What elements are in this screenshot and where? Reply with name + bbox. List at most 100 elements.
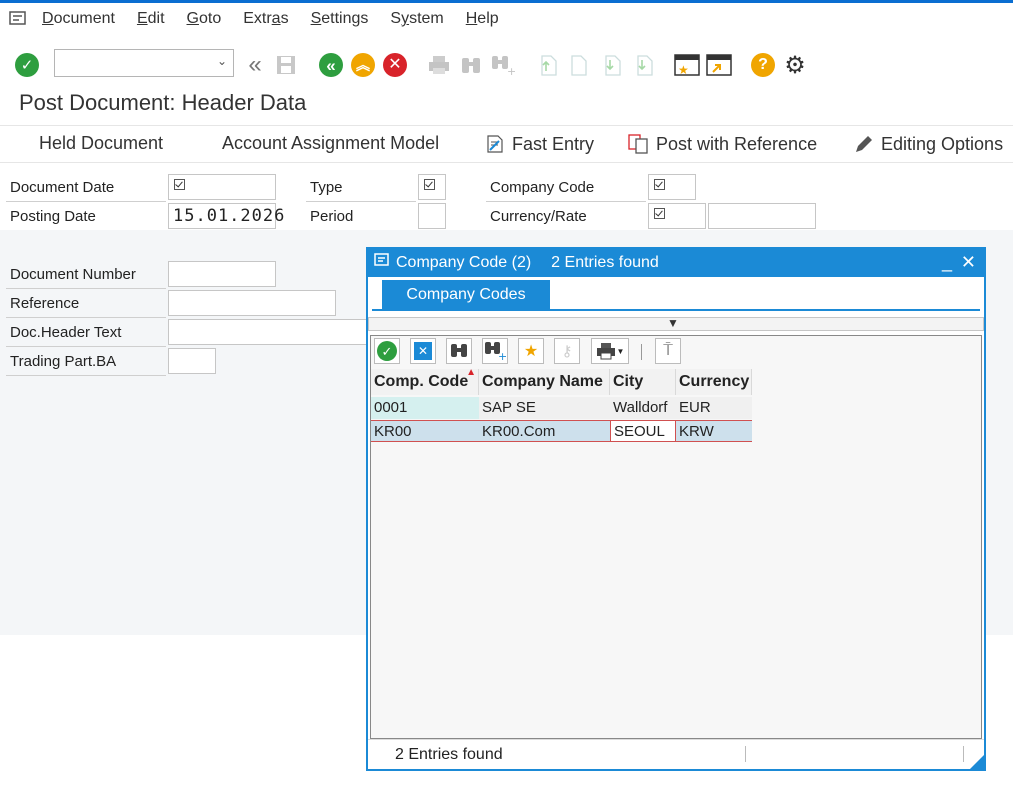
trading-part-input[interactable] bbox=[168, 348, 216, 374]
menu-help[interactable]: Help bbox=[466, 10, 499, 28]
copy-document-icon bbox=[628, 133, 650, 155]
column-header-company-name[interactable]: Company Name bbox=[479, 369, 610, 395]
period-label: Period bbox=[306, 203, 416, 231]
dialog-menu-icon[interactable] bbox=[374, 252, 392, 274]
print-icon[interactable] bbox=[426, 52, 452, 78]
minimize-icon[interactable]: _ bbox=[942, 252, 952, 273]
required-checkbox-icon bbox=[654, 208, 665, 219]
grid-find-icon[interactable] bbox=[446, 338, 472, 364]
table-row-0-comp-code[interactable]: 0001 bbox=[371, 397, 479, 419]
reference-input[interactable] bbox=[168, 290, 336, 316]
chevron-down-icon[interactable]: ⌄ bbox=[217, 54, 227, 68]
grid-disabled-key-icon[interactable]: ⚷ bbox=[554, 338, 580, 364]
help-icon[interactable]: ? bbox=[750, 52, 776, 78]
restrictions-splitter[interactable]: ▼ bbox=[368, 316, 984, 331]
column-header-comp-code[interactable]: Comp. Code ▲ bbox=[371, 369, 479, 395]
type-input[interactable] bbox=[418, 174, 446, 200]
find-next-icon[interactable]: + bbox=[490, 52, 516, 78]
grid-cancel-icon[interactable]: ✕ bbox=[410, 338, 436, 364]
find-icon[interactable] bbox=[458, 52, 484, 78]
shortcut-icon[interactable] bbox=[706, 52, 732, 78]
page-title: Post Document: Header Data bbox=[19, 90, 307, 115]
fast-entry-button[interactable]: Fast Entry bbox=[484, 133, 594, 155]
grid-favorites-icon[interactable]: ★ bbox=[518, 338, 544, 364]
currency-input[interactable] bbox=[648, 203, 706, 229]
menu-bar: Document Edit Goto Extras Settings Syste… bbox=[0, 3, 1013, 35]
previous-page-icon[interactable] bbox=[566, 52, 592, 78]
grid-pin-icon[interactable]: ⍑ bbox=[655, 338, 681, 364]
resize-grip-icon[interactable] bbox=[970, 755, 984, 769]
currency-rate-label: Currency/Rate bbox=[486, 203, 646, 231]
back-arrows-icon[interactable]: « bbox=[242, 51, 268, 78]
enter-icon[interactable]: ✓ bbox=[14, 52, 40, 78]
type-label: Type bbox=[306, 174, 416, 202]
menu-toggle-icon[interactable] bbox=[8, 10, 30, 28]
company-code-input[interactable] bbox=[648, 174, 696, 200]
document-date-input[interactable] bbox=[168, 174, 276, 200]
grid-accept-icon[interactable]: ✓ bbox=[374, 338, 400, 364]
table-row-1-company-name[interactable]: KR00.Com bbox=[479, 420, 610, 442]
close-icon[interactable]: ✕ bbox=[961, 252, 976, 273]
status-text: 2 Entries found bbox=[395, 746, 503, 763]
doc-header-text-input[interactable] bbox=[168, 319, 368, 345]
next-page-icon[interactable] bbox=[598, 52, 624, 78]
post-with-reference-button[interactable]: Post with Reference bbox=[628, 133, 817, 155]
column-header-city[interactable]: City bbox=[610, 369, 676, 395]
table-row-1-city[interactable]: SEOUL bbox=[610, 420, 676, 442]
menu-goto[interactable]: Goto bbox=[187, 10, 222, 28]
company-code-dialog: Company Code (2) 2 Entries found _ ✕ Com… bbox=[366, 247, 986, 771]
dialog-tabstrip: Company Codes bbox=[372, 277, 980, 311]
period-input[interactable] bbox=[418, 203, 446, 229]
last-page-icon[interactable] bbox=[630, 52, 656, 78]
column-header-currency[interactable]: Currency bbox=[676, 369, 752, 395]
company-code-label: Company Code bbox=[486, 174, 646, 202]
exit-icon[interactable]: ︽ bbox=[350, 52, 376, 78]
table-row-1-comp-code[interactable]: KR00 bbox=[371, 420, 479, 442]
reference-label: Reference bbox=[6, 290, 166, 318]
table-row-0-city[interactable]: Walldorf bbox=[610, 397, 676, 419]
menu-system[interactable]: System bbox=[390, 10, 443, 28]
menu-document[interactable]: Document bbox=[42, 10, 115, 28]
grid-print-icon[interactable]: ▼ bbox=[591, 338, 629, 364]
document-number-label: Document Number bbox=[6, 261, 166, 289]
status-separator bbox=[963, 746, 964, 762]
dialog-title: Company Code (2) bbox=[396, 254, 532, 271]
posting-date-input[interactable]: 15.01.2026 bbox=[168, 203, 284, 229]
table-row-0-currency[interactable]: EUR bbox=[676, 397, 752, 419]
standard-toolbar: ✓ ⌄ « « ︽ ✕ + ★ ? ⚙ bbox=[0, 46, 1013, 86]
svg-text:★: ★ bbox=[678, 63, 689, 77]
menu-extras[interactable]: Extras bbox=[243, 10, 288, 28]
expand-restrictions-icon[interactable]: ▼ bbox=[667, 316, 679, 330]
trading-part-label: Trading Part.BA bbox=[6, 348, 166, 376]
grid-find-next-icon[interactable]: + bbox=[482, 338, 508, 364]
svg-text:+: + bbox=[507, 65, 515, 76]
svg-text:+: + bbox=[498, 350, 506, 361]
dialog-status-bar: 2 Entries found bbox=[368, 739, 984, 769]
settings-icon[interactable]: ⚙ bbox=[782, 52, 808, 79]
pencil-icon bbox=[853, 133, 875, 155]
editing-options-button[interactable]: Editing Options bbox=[853, 133, 1003, 155]
cancel-icon[interactable]: ✕ bbox=[382, 52, 408, 78]
account-assignment-model-button[interactable]: Account Assignment Model bbox=[222, 133, 439, 154]
create-session-icon[interactable]: ★ bbox=[674, 52, 700, 78]
results-grid: ✓ ✕ + ★ ⚷ ▼ ⍑ Comp. Code ▲ Company Name C… bbox=[370, 335, 982, 739]
first-page-icon[interactable] bbox=[534, 52, 560, 78]
application-toolbar: Held Document Account Assignment Model F… bbox=[0, 125, 1013, 163]
back-icon[interactable]: « bbox=[318, 52, 344, 78]
command-field[interactable]: ⌄ bbox=[54, 49, 234, 77]
sort-ascending-icon: ▲ bbox=[466, 369, 476, 378]
status-separator bbox=[745, 746, 746, 762]
save-icon[interactable] bbox=[273, 52, 299, 78]
table-row-1-currency[interactable]: KRW bbox=[676, 420, 752, 442]
document-date-label: Document Date bbox=[6, 174, 166, 202]
doc-header-text-label: Doc.Header Text bbox=[6, 319, 166, 347]
menu-edit[interactable]: Edit bbox=[137, 10, 165, 28]
tab-company-codes[interactable]: Company Codes bbox=[382, 280, 550, 309]
exchange-rate-input[interactable] bbox=[708, 203, 816, 229]
table-row-0-company-name[interactable]: SAP SE bbox=[479, 397, 610, 419]
held-document-button[interactable]: Held Document bbox=[39, 133, 163, 154]
required-checkbox-icon bbox=[424, 179, 435, 190]
posting-date-label: Posting Date bbox=[6, 203, 166, 231]
menu-settings[interactable]: Settings bbox=[311, 10, 369, 28]
document-number-input[interactable] bbox=[168, 261, 276, 287]
